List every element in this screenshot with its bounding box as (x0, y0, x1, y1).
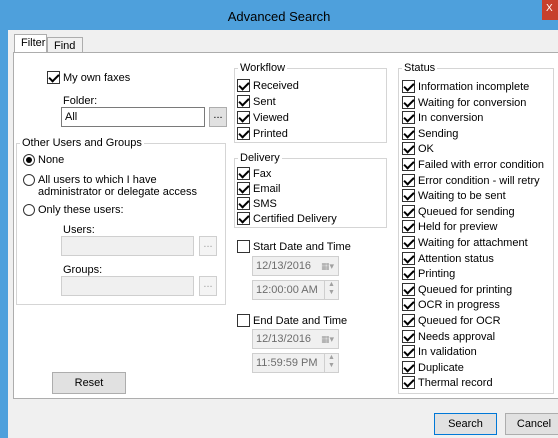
start-date-checkbox[interactable] (237, 240, 250, 253)
workflow-checkbox-0[interactable] (237, 79, 250, 92)
groups-browse-button[interactable]: ... (199, 276, 217, 296)
radio-all-users[interactable] (23, 174, 35, 186)
status-label-11: Attention status (418, 252, 494, 265)
status-label-0: Information incomplete (418, 81, 530, 93)
delivery-checkbox-0[interactable] (237, 167, 250, 180)
workflow-label-2: Viewed (253, 112, 289, 124)
radio-none-label: None (38, 154, 65, 166)
status-label-3: Sending (418, 127, 459, 140)
status-checkbox-6[interactable] (402, 173, 415, 187)
workflow-checkbox-2[interactable] (237, 111, 250, 124)
status-checkbox-7[interactable] (402, 189, 415, 203)
status-checkbox-18[interactable] (402, 360, 415, 374)
my-own-faxes-label: My own faxes (63, 72, 131, 84)
end-time-field[interactable]: 11:59:59 PM ▲ ▼ (252, 353, 339, 373)
status-checkbox-9[interactable] (402, 220, 415, 234)
groups-field[interactable] (61, 276, 194, 296)
radio-only-these-label: Only these users: (38, 204, 124, 216)
status-label-19: Thermal record (418, 377, 493, 390)
delivery-checkbox-3[interactable] (237, 212, 250, 225)
status-checkbox-13[interactable] (402, 282, 415, 296)
status-checkbox-17[interactable] (402, 345, 415, 359)
delivery-label-2: SMS (253, 198, 277, 210)
status-checkbox-19[interactable] (402, 376, 415, 390)
window-border (0, 30, 8, 438)
status-label-17: In validation (418, 346, 477, 359)
status-label-16: Needs approval (418, 330, 496, 343)
time-spinner-icon[interactable]: ▲ ▼ (324, 354, 338, 372)
tab-filter[interactable]: Filter (14, 34, 47, 54)
status-checkbox-14[interactable] (402, 298, 415, 312)
status-label-13: Queued for printing (418, 283, 513, 296)
reset-button[interactable]: Reset (52, 372, 126, 394)
status-checkbox-3[interactable] (402, 126, 415, 140)
status-checkbox-1[interactable] (402, 95, 415, 109)
end-date-label: End Date and Time (253, 315, 348, 327)
users-browse-button[interactable]: ... (199, 236, 217, 256)
other-users-title: Other Users and Groups (20, 137, 144, 149)
status-label-14: OCR in progress (418, 299, 500, 312)
calendar-dropdown-icon: ▦▾ (320, 261, 334, 271)
end-date-checkbox[interactable] (237, 314, 250, 327)
folder-field[interactable]: All (61, 107, 205, 127)
my-own-faxes-checkbox[interactable] (47, 71, 60, 84)
status-label-6: Error condition - will retry (418, 174, 540, 187)
workflow-checkbox-1[interactable] (237, 95, 250, 108)
workflow-label-1: Sent (253, 96, 276, 108)
status-checkbox-2[interactable] (402, 111, 415, 125)
delivery-checkbox-1[interactable] (237, 182, 250, 195)
calendar-dropdown-icon: ▦▾ (320, 334, 334, 344)
delivery-checkbox-2[interactable] (237, 197, 250, 210)
status-label-12: Printing (418, 268, 456, 281)
status-label-2: In conversion (418, 112, 484, 125)
search-button[interactable]: Search (434, 413, 497, 435)
folder-browse-button[interactable]: ... (209, 107, 227, 127)
delivery-label-1: Email (253, 183, 281, 195)
status-checkbox-16[interactable] (402, 329, 415, 343)
status-title: Status (402, 62, 438, 74)
radio-none[interactable] (23, 154, 35, 166)
status-checkbox-15[interactable] (402, 314, 415, 327)
end-date-picker[interactable]: 12/13/2016 ▦▾ (252, 329, 339, 349)
workflow-label-0: Received (253, 80, 299, 92)
status-checkbox-0[interactable] (402, 80, 415, 93)
workflow-checkbox-3[interactable] (237, 127, 250, 140)
delivery-title: Delivery (238, 152, 282, 164)
delivery-label-0: Fax (253, 168, 272, 180)
status-checkbox-10[interactable] (402, 236, 415, 249)
status-label-15: Queued for OCR (418, 315, 501, 327)
cancel-button[interactable]: Cancel (505, 413, 558, 435)
start-time-field[interactable]: 12:00:00 AM ▲ ▼ (252, 280, 339, 300)
start-date-label: Start Date and Time (253, 241, 351, 253)
status-label-9: Held for preview (418, 221, 498, 234)
status-label-7: Waiting to be sent (418, 190, 506, 203)
users-field[interactable] (61, 236, 194, 256)
status-label-5: Failed with error condition (418, 159, 544, 171)
status-checkbox-11[interactable] (402, 251, 415, 265)
radio-only-these[interactable] (23, 204, 35, 216)
workflow-label-3: Printed (253, 128, 288, 140)
close-button[interactable]: X (542, 0, 558, 20)
radio-all-users-label-2: administrator or delegate access (38, 186, 197, 198)
status-checkbox-4[interactable] (402, 142, 415, 156)
delivery-label-3: Certified Delivery (253, 213, 337, 225)
time-spinner-icon[interactable]: ▲ ▼ (324, 281, 338, 299)
status-checkbox-5[interactable] (402, 158, 415, 171)
status-label-18: Duplicate (418, 361, 464, 374)
status-checkbox-12[interactable] (402, 267, 415, 281)
window-title: Advanced Search (227, 9, 331, 24)
status-label-1: Waiting for conversion (418, 96, 527, 109)
workflow-title: Workflow (238, 62, 288, 74)
status-label-10: Waiting for attachment (418, 237, 528, 249)
status-label-4: OK (418, 143, 434, 156)
start-date-picker[interactable]: 12/13/2016 ▦▾ (252, 256, 339, 276)
status-checkbox-8[interactable] (402, 204, 415, 218)
status-label-8: Queued for sending (418, 205, 515, 218)
